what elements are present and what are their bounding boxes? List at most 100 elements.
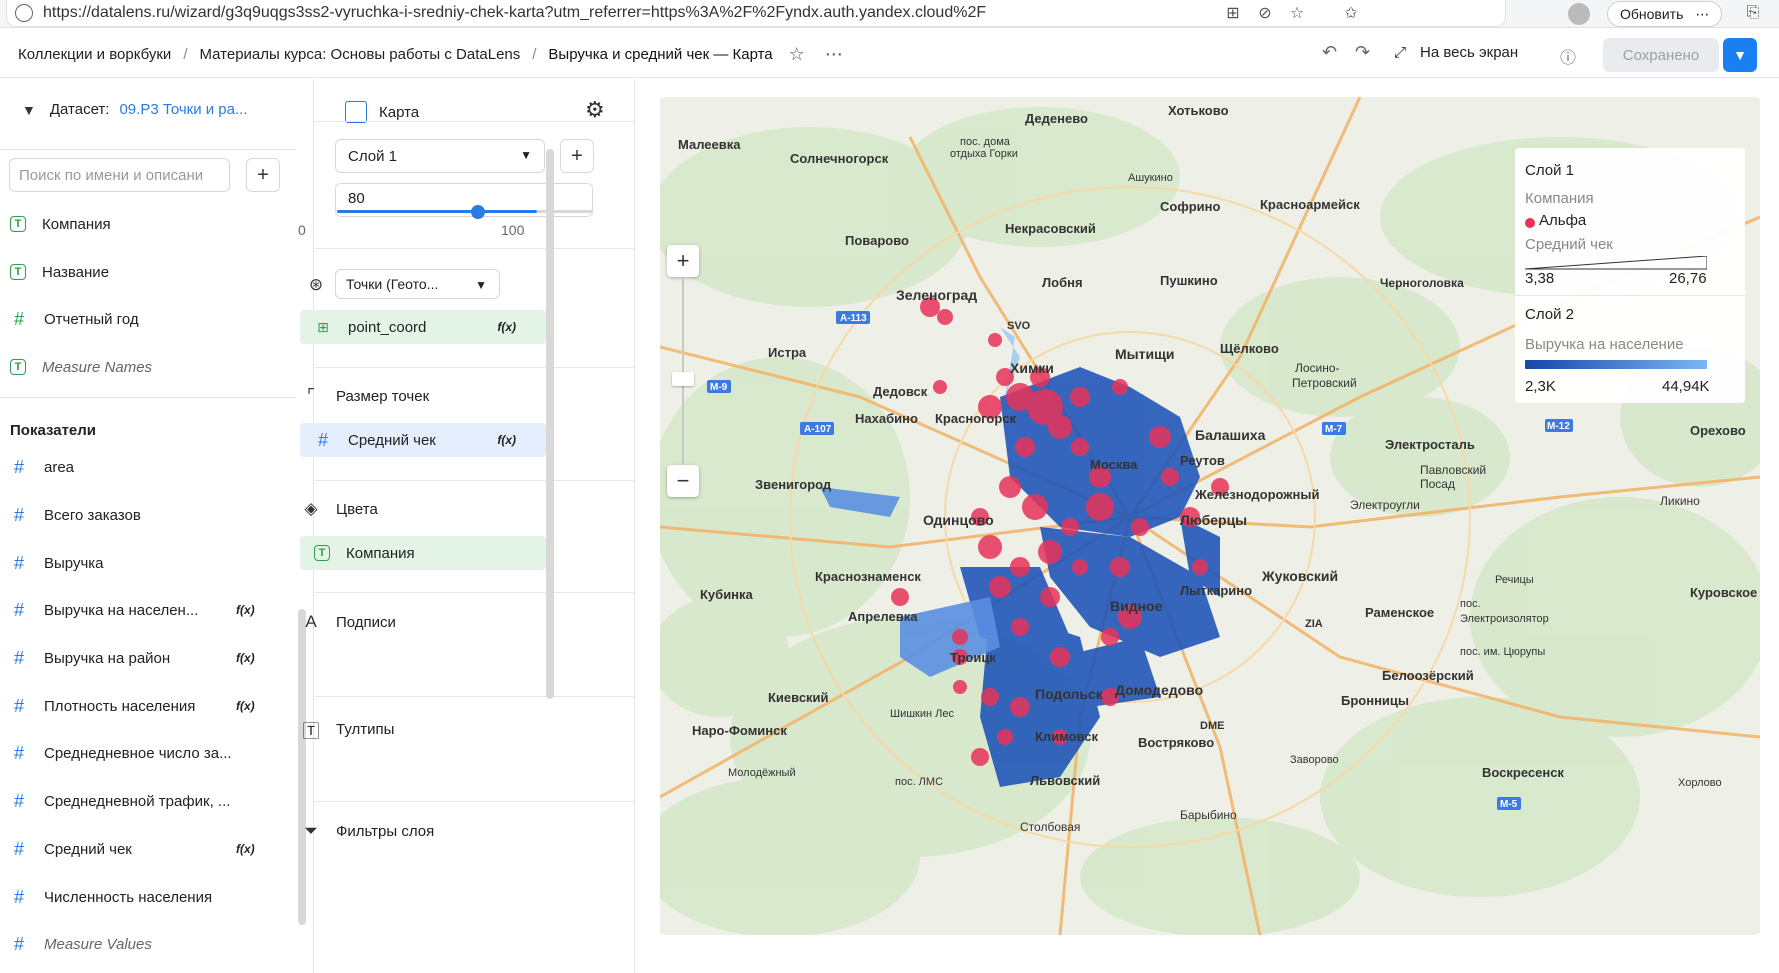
url-text[interactable]: https://datalens.ru/wizard/g3q9uqgs3ss2-… (43, 4, 986, 22)
measure-item[interactable]: # Среднедневной трафик, ... (10, 789, 230, 813)
zoom-slider-handle[interactable] (672, 372, 694, 386)
svg-text:Куровское: Куровское (1690, 585, 1757, 600)
labels-section: A Подписи (300, 612, 396, 632)
geo-type-select[interactable]: Точки (Геото... ▼ (335, 269, 500, 299)
svg-text:Химки: Химки (1010, 360, 1054, 376)
labels-section-label: Подписи (336, 613, 396, 631)
filters-section-label: Фильтры слоя (336, 822, 435, 840)
zoom-in-button[interactable]: + (667, 245, 699, 277)
crumb-workbook[interactable]: Материалы курса: Основы работы с DataLen… (199, 46, 520, 63)
text-type-icon: T (314, 545, 330, 561)
measure-item[interactable]: # Среднедневное число за... (10, 741, 232, 765)
info-icon[interactable]: ⓘ (1560, 44, 1576, 68)
geo-field-pill[interactable]: ⊞ point_coord f(x) (300, 310, 546, 344)
measure-item[interactable]: # Выручка на населен... f(x) (10, 598, 300, 622)
field-search-input[interactable]: Поиск по имени и описани (9, 158, 230, 192)
svg-text:Черноголовка: Черноголовка (1380, 276, 1464, 290)
svg-text:пос. дома: пос. дома (960, 136, 1011, 148)
svg-text:Лобня: Лобня (1042, 275, 1083, 290)
measure-item[interactable]: # Средний чек f(x) (10, 837, 300, 861)
size-section: ⌜ Размер точек (300, 386, 429, 406)
star-icon[interactable]: ☆ (1286, 2, 1308, 24)
svg-text:Петровский: Петровский (1292, 376, 1357, 390)
text-type-icon: T (10, 264, 26, 280)
field-label: Выручка на населен... (44, 601, 199, 619)
svg-text:Солнечногорск: Солнечногорск (790, 151, 889, 166)
browser-bar: https://datalens.ru/wizard/g3q9uqgs3ss2-… (0, 0, 1779, 28)
svg-text:Хотьково: Хотьково (1168, 103, 1229, 118)
add-layer-button[interactable]: + (560, 139, 594, 173)
update-label: Обновить (1620, 6, 1684, 22)
gear-icon[interactable]: ⚙ (585, 97, 605, 123)
svg-text:Зеленоград: Зеленоград (896, 287, 977, 303)
field-item[interactable]: T Название (10, 260, 109, 284)
measure-item[interactable]: # Плотность населения f(x) (10, 694, 300, 718)
field-item[interactable]: T Компания (10, 212, 111, 236)
svg-text:Москва: Москва (1090, 457, 1138, 472)
add-field-button[interactable]: + (246, 158, 280, 192)
saved-label: Сохранено (1622, 46, 1700, 64)
formula-icon: f(x) (236, 699, 255, 713)
measure-item[interactable]: # Measure Values (10, 932, 152, 956)
saved-button[interactable]: Сохранено (1603, 38, 1719, 72)
settings-scrollbar[interactable] (546, 149, 554, 699)
eye-off-icon[interactable]: ⊘ (1254, 2, 1276, 24)
crumb-collections[interactable]: Коллекции и воркбуки (18, 46, 171, 63)
measure-item[interactable]: # Выручка (10, 551, 104, 575)
filters-section: ⏷ Фильтры слоя (300, 821, 434, 841)
svg-text:Красноармейск: Красноармейск (1260, 197, 1360, 212)
svg-text:Домодедово: Домодедово (1115, 682, 1203, 698)
dataset-header[interactable]: ▼ Датасет: 09.Р3 Точки и ра... (22, 101, 248, 118)
opacity-slider-knob[interactable] (471, 205, 485, 219)
measure-item[interactable]: # area (10, 455, 74, 479)
size-field-pill[interactable]: # Средний чек f(x) (300, 423, 546, 457)
formula-icon: f(x) (497, 320, 516, 334)
field-item[interactable]: T Measure Names (10, 355, 152, 379)
dataset-name[interactable]: 09.Р3 Точки и ра... (119, 101, 247, 118)
fullscreen-button[interactable]: ⤢ На весь экран (1394, 44, 1518, 61)
zoom-track[interactable] (682, 277, 684, 465)
favorite-star-icon[interactable]: ☆ (789, 44, 805, 65)
number-type-icon: # (13, 647, 24, 668)
resize-icon: ⌜ (307, 386, 315, 405)
field-item[interactable]: # Отчетный год (10, 307, 139, 331)
opacity-slider-fill[interactable] (337, 210, 537, 213)
measure-item[interactable]: # Всего заказов (10, 503, 141, 527)
profile-avatar[interactable] (1568, 3, 1590, 25)
undo-icon[interactable]: ↶ (1322, 42, 1337, 63)
field-label: Выручка (44, 554, 104, 572)
svg-text:Краснознаменск: Краснознаменск (815, 569, 921, 584)
redo-icon[interactable]: ↷ (1355, 42, 1370, 63)
colors-field-pill[interactable]: T Компания (300, 536, 546, 570)
legend-check-max: 26,76 (1669, 270, 1707, 287)
viz-type-selector[interactable]: Карта (345, 101, 419, 123)
chevron-down-icon: ▼ (475, 278, 487, 292)
svg-text:Посад: Посад (1420, 477, 1455, 491)
svg-text:Молодёжный: Молодёжный (728, 767, 796, 779)
measure-item[interactable]: # Численность населения (10, 885, 212, 909)
more-actions-icon[interactable]: ⋯ (825, 44, 843, 65)
measures-title: Показатели (10, 422, 97, 439)
sidebar-toggle-icon[interactable]: ⎘ (1742, 2, 1764, 24)
field-label: Численность населения (44, 888, 213, 906)
svg-text:Железнодорожный: Железнодорожный (1194, 487, 1319, 502)
text-type-icon: T (10, 359, 26, 375)
legend-revenue-min: 2,3K (1525, 378, 1556, 395)
chevron-down-icon: ▼ (1733, 47, 1747, 63)
site-info-icon[interactable] (15, 4, 33, 22)
field-label: Measure Values (44, 935, 152, 953)
favorites-icon[interactable]: ✩ (1340, 2, 1362, 24)
measure-item[interactable]: # Выручка на район f(x) (10, 646, 300, 670)
field-list-scrollbar[interactable] (298, 609, 306, 925)
zoom-out-button[interactable]: − (667, 465, 699, 497)
visualization-panel: Карта ⚙ Слой 1 ▼ + 80 0 100 ⊛ Точки (Гео… (298, 79, 635, 973)
svg-text:Киевский: Киевский (768, 690, 829, 705)
number-type-icon: # (13, 552, 24, 573)
layer-select[interactable]: Слой 1 ▼ (335, 139, 545, 173)
extension-icon[interactable]: ⊞ (1222, 2, 1244, 24)
chevron-down-icon[interactable]: ▼ (22, 102, 36, 118)
number-type-icon: # (13, 933, 24, 954)
save-dropdown-button[interactable]: ▼ (1723, 38, 1757, 72)
update-button[interactable]: Обновить ⋯ (1607, 1, 1723, 27)
svg-text:Климовск: Климовск (1035, 729, 1098, 744)
